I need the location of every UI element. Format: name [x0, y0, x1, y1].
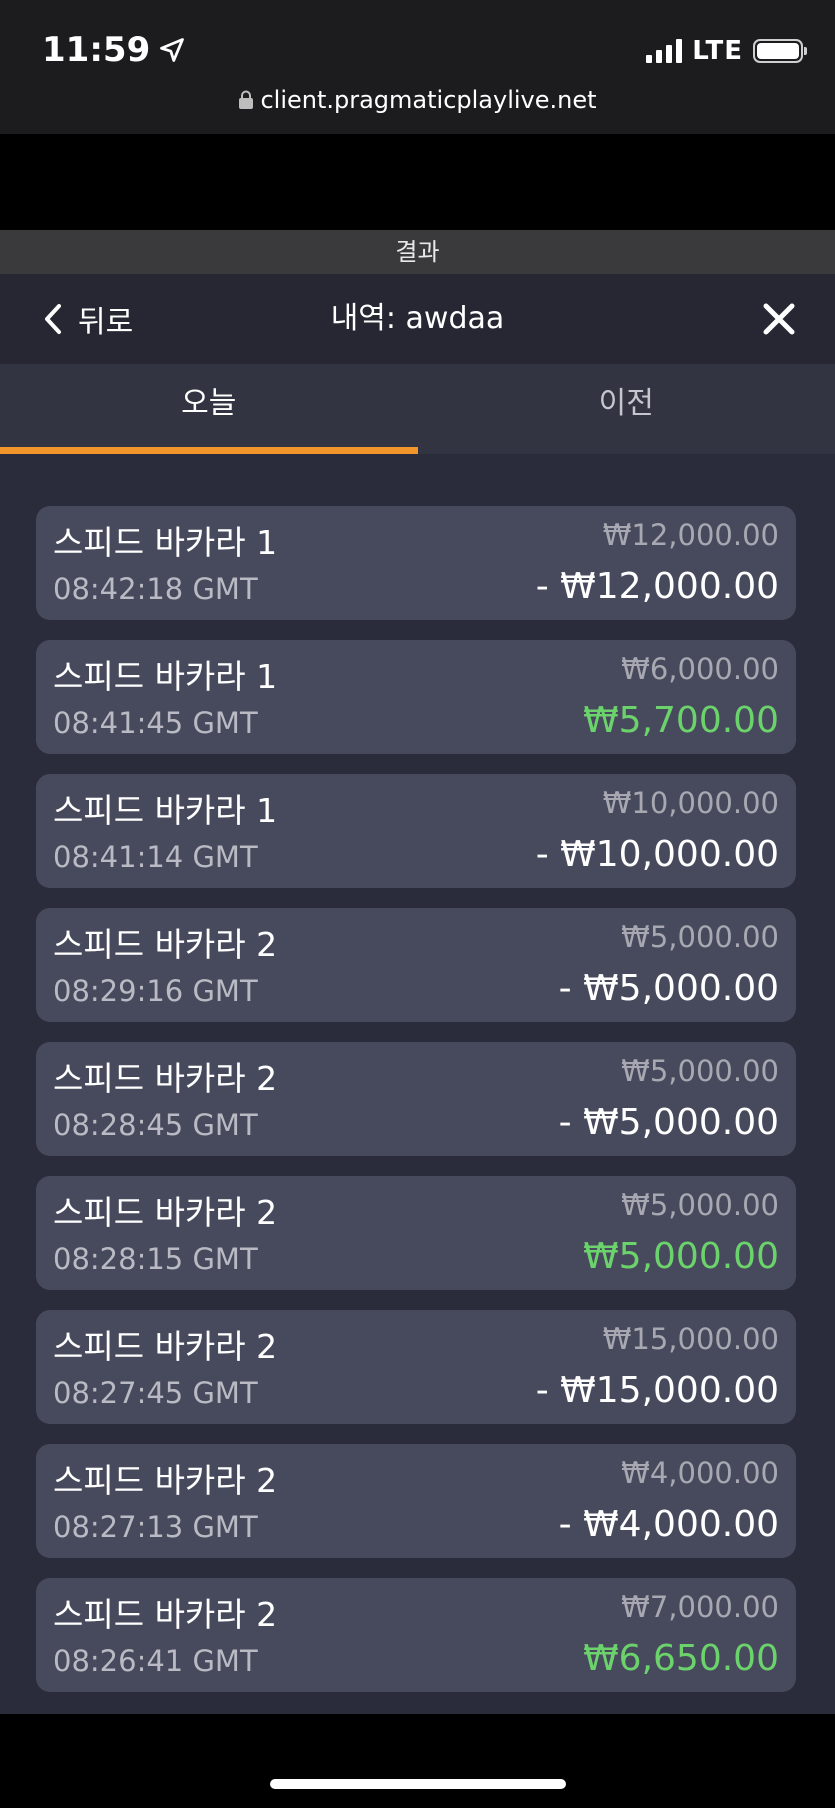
round-time: 08:27:45 GMT [53, 1376, 258, 1410]
close-icon[interactable] [761, 301, 797, 337]
bet-amount: ₩12,000.00 [602, 518, 779, 552]
game-name: 스피드 바카라 2 [53, 1461, 278, 1500]
round-time: 08:41:14 GMT [53, 840, 258, 874]
game-name: 스피드 바카라 1 [53, 657, 278, 696]
game-name: 스피드 바카라 2 [53, 1595, 278, 1634]
battery-icon [753, 39, 807, 63]
history-item[interactable]: 스피드 바카라 2 08:26:41 GMT ₩7,000.00 ₩6,650.… [36, 1578, 796, 1692]
tab-previous[interactable]: 이전 [418, 364, 835, 454]
game-name: 스피드 바카라 2 [53, 1327, 278, 1366]
round-time: 08:26:41 GMT [53, 1644, 258, 1678]
history-item[interactable]: 스피드 바카라 1 08:41:14 GMT ₩10,000.00 - ₩10,… [36, 774, 796, 888]
bet-amount: ₩6,000.00 [621, 652, 779, 686]
result-amount: - ₩4,000.00 [558, 1504, 779, 1545]
location-arrow-icon [160, 38, 185, 62]
game-name: 스피드 바카라 2 [53, 925, 278, 964]
result-amount: - ₩5,000.00 [558, 968, 779, 1009]
bet-amount: ₩5,000.00 [621, 1188, 779, 1222]
game-name: 스피드 바카라 1 [53, 791, 278, 830]
clock: 11:59 [42, 30, 186, 70]
history-item[interactable]: 스피드 바카라 2 08:28:15 GMT ₩5,000.00 ₩5,000.… [36, 1176, 796, 1290]
history-item[interactable]: 스피드 바카라 1 08:41:45 GMT ₩6,000.00 ₩5,700.… [36, 640, 796, 754]
result-amount: - ₩12,000.00 [535, 566, 779, 607]
bet-amount: ₩10,000.00 [602, 786, 779, 820]
bet-amount: ₩15,000.00 [602, 1322, 779, 1356]
result-amount: ₩6,650.00 [583, 1638, 779, 1679]
bet-amount: ₩7,000.00 [621, 1590, 779, 1624]
lock-icon [239, 90, 254, 109]
bet-amount: ₩5,000.00 [621, 920, 779, 954]
history-item[interactable]: 스피드 바카라 2 08:27:13 GMT ₩4,000.00 - ₩4,00… [36, 1444, 796, 1558]
history-list: 스피드 바카라 1 08:42:18 GMT ₩12,000.00 - ₩12,… [36, 506, 796, 1712]
url-text: client.pragmaticplaylive.net [260, 86, 597, 114]
history-header: 뒤로 내역: awdaa [0, 274, 835, 364]
status-indicators: LTE [646, 36, 807, 66]
signal-strength-icon [646, 39, 683, 63]
round-time: 08:28:15 GMT [53, 1242, 258, 1276]
status-bar: 11:59 LTE client.pragmaticplaylive.net [0, 0, 835, 134]
video-area [0, 134, 835, 230]
bet-amount: ₩5,000.00 [621, 1054, 779, 1088]
result-amount: - ₩10,000.00 [535, 834, 779, 875]
tab-today[interactable]: 오늘 [0, 364, 418, 454]
network-type: LTE [692, 36, 743, 66]
game-name: 스피드 바카라 2 [53, 1059, 278, 1098]
round-time: 08:29:16 GMT [53, 974, 258, 1008]
clock-time: 11:59 [42, 30, 151, 70]
result-amount: ₩5,000.00 [583, 1236, 779, 1277]
round-time: 08:41:45 GMT [53, 706, 258, 740]
history-item[interactable]: 스피드 바카라 2 08:27:45 GMT ₩15,000.00 - ₩15,… [36, 1310, 796, 1424]
history-item[interactable]: 스피드 바카라 2 08:29:16 GMT ₩5,000.00 - ₩5,00… [36, 908, 796, 1022]
back-label: 뒤로 [78, 305, 134, 340]
chevron-left-icon [45, 304, 61, 334]
round-time: 08:28:45 GMT [53, 1108, 258, 1142]
result-amount: - ₩5,000.00 [558, 1102, 779, 1143]
history-item[interactable]: 스피드 바카라 2 08:28:45 GMT ₩5,000.00 - ₩5,00… [36, 1042, 796, 1156]
round-time: 08:27:13 GMT [53, 1510, 258, 1544]
tab-bar: 오늘 이전 [0, 364, 835, 454]
home-indicator[interactable] [270, 1779, 566, 1789]
history-list-area[interactable]: 스피드 바카라 1 08:42:18 GMT ₩12,000.00 - ₩12,… [0, 454, 835, 1714]
back-button[interactable]: 뒤로 [42, 274, 133, 364]
results-strip: 결과 [0, 230, 835, 274]
result-amount: - ₩15,000.00 [535, 1370, 779, 1411]
result-amount: ₩5,700.00 [583, 700, 779, 741]
url-bar[interactable]: client.pragmaticplaylive.net [0, 86, 835, 114]
round-time: 08:42:18 GMT [53, 572, 258, 606]
game-name: 스피드 바카라 2 [53, 1193, 278, 1232]
history-item[interactable]: 스피드 바카라 1 08:42:18 GMT ₩12,000.00 - ₩12,… [36, 506, 796, 620]
bet-amount: ₩4,000.00 [621, 1456, 779, 1490]
bottom-bar [0, 1714, 835, 1808]
game-name: 스피드 바카라 1 [53, 523, 278, 562]
